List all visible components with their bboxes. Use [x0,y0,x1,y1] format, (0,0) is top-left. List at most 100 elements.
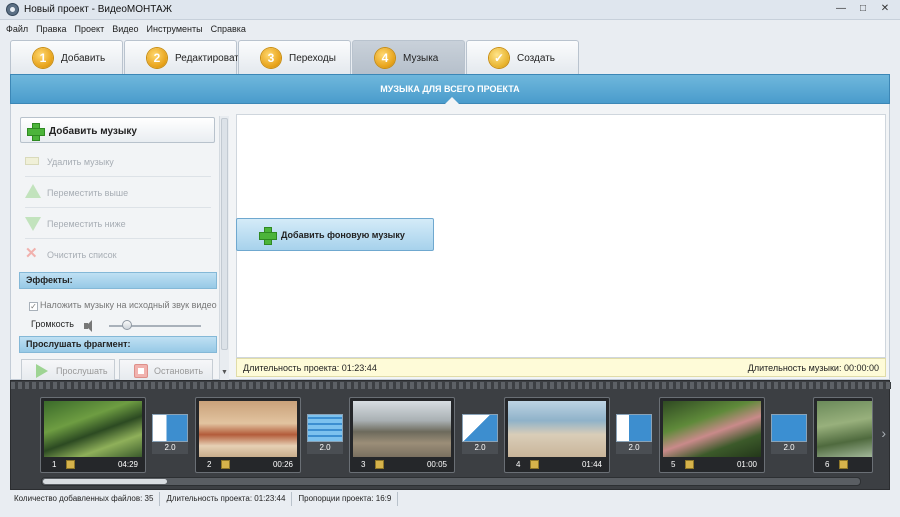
tab-create[interactable]: ✓ Создать [466,40,579,74]
step-tabs: 1 Добавить 2 Редактировать 3 Переходы 4 … [10,40,580,74]
clip-index: 4 [516,460,521,469]
clip-duration: 01:00 [736,460,757,469]
clip-index: 2 [207,460,212,469]
maximize-button[interactable]: □ [856,2,870,16]
clip-duration: 00:05 [426,460,447,469]
step-number-icon: 2 [147,48,167,68]
menu-bar: Файл Правка Проект Видео Инструменты Спр… [0,21,900,37]
clip-thumbnail[interactable]: 1 04:29 [40,397,146,473]
filmstrip-scrollbar[interactable] [41,477,861,486]
volume-label: Громкость [31,319,74,329]
menu-video[interactable]: Видео [112,21,138,37]
remove-music-button[interactable]: Удалить музыку [25,152,215,172]
status-file-count: Количество добавленных файлов: 35 [8,492,161,506]
play-button[interactable]: Прослушать [21,359,115,380]
edit-pencil-icon[interactable] [685,460,694,469]
stop-button[interactable]: Остановить [119,359,213,380]
tab-transitions[interactable]: 3 Переходы [238,40,351,74]
move-down-label: Переместить ниже [47,219,126,229]
title-bar: Новый проект - ВидеоМОНТАЖ — □ ✕ [0,0,900,20]
clip-thumbnail[interactable]: 2 00:26 [195,397,301,473]
menu-edit[interactable]: Правка [36,21,66,37]
menu-help[interactable]: Справка [211,21,246,37]
status-aspect-ratio: Пропорции проекта: 16:9 [292,492,399,506]
clear-list-button[interactable]: ✕ Очистить список [25,245,215,265]
move-down-button[interactable]: Переместить ниже [25,214,215,234]
clip-info: 3 00:05 [353,459,451,471]
window-title: Новый проект - ВидеоМОНТАЖ [24,4,172,15]
transition-item[interactable]: 2.0 [771,414,807,456]
close-button[interactable]: ✕ [878,2,892,16]
remove-music-label: Удалить музыку [47,157,114,167]
overlay-music-checkbox[interactable]: ✓ Наложить музыку на исходный звук видео [29,300,217,311]
edit-pencil-icon[interactable] [530,460,539,469]
tab-music[interactable]: 4 Музыка [352,40,465,74]
stop-icon [134,364,148,378]
clip-index: 5 [671,460,676,469]
tab-label: Добавить [61,53,106,64]
status-bar: Количество добавленных файлов: 35 Длител… [8,492,892,506]
play-label: Прослушать [56,366,108,376]
checkmark-icon: ✓ [489,48,509,68]
music-controls-panel: Добавить музыку Удалить музыку Перемести… [19,114,219,380]
edit-pencil-icon[interactable] [375,460,384,469]
tab-add[interactable]: 1 Добавить [10,40,123,74]
header-pointer [445,97,459,104]
preview-title: Прослушать фрагмент: [26,339,131,349]
transition-preview-icon [307,414,343,442]
clip-thumbnail[interactable]: 4 01:44 [504,397,610,473]
play-icon [36,364,48,378]
arrow-down-icon [25,217,41,231]
clip-duration: 04:29 [117,460,138,469]
chevron-right-icon[interactable]: › [881,425,886,441]
transition-preview-icon [462,414,498,442]
scrollbar-thumb[interactable] [43,479,167,484]
transition-item[interactable]: 2.0 [307,414,343,456]
speaker-icon [84,320,96,332]
step-number-icon: 1 [33,48,53,68]
menu-file[interactable]: Файл [6,21,28,37]
overlay-music-label: Наложить музыку на исходный звук видео [40,300,217,310]
clip-image [508,401,606,457]
divider [25,176,211,177]
divider [25,238,211,239]
minimize-button[interactable]: — [834,2,848,16]
clip-thumbnail[interactable]: 5 01:00 [659,397,765,473]
clear-x-icon: ✕ [25,245,38,262]
move-up-button[interactable]: Переместить выше [25,183,215,203]
clip-image [353,401,451,457]
arrow-up-icon [25,184,41,198]
edit-pencil-icon[interactable] [66,460,75,469]
clip-thumbnail[interactable]: 6 [813,397,873,473]
edit-pencil-icon[interactable] [221,460,230,469]
clip-duration: 00:26 [272,460,293,469]
add-background-music-label: Добавить фоновую музыку [281,230,405,240]
transition-duration: 2.0 [307,442,343,454]
film-perforation [11,382,891,389]
clip-thumbnail[interactable]: 3 00:05 [349,397,455,473]
step-number-icon: 4 [375,48,395,68]
scrollbar-thumb[interactable] [221,118,228,350]
edit-pencil-icon[interactable] [839,460,848,469]
clear-list-label: Очистить список [47,250,117,260]
menu-project[interactable]: Проект [75,21,105,37]
add-music-button[interactable]: Добавить музыку [20,117,215,143]
volume-slider-thumb[interactable] [122,320,133,330]
add-music-label: Добавить музыку [49,126,137,137]
clip-index: 1 [52,460,57,469]
clip-image [44,401,142,457]
clip-info: 1 04:29 [44,459,142,471]
stop-label: Остановить [154,366,204,376]
transition-item[interactable]: 2.0 [616,414,652,456]
transition-item[interactable]: 2.0 [152,414,188,456]
transition-item[interactable]: 2.0 [462,414,498,456]
tab-edit[interactable]: 2 Редактировать [124,40,244,74]
menu-tools[interactable]: Инструменты [147,21,203,37]
left-panel-scrollbar[interactable]: ▼ [219,116,229,380]
clip-info: 5 01:00 [663,459,761,471]
transition-preview-icon [616,414,652,442]
checkbox-icon[interactable]: ✓ [29,302,38,311]
transition-duration: 2.0 [616,442,652,454]
scroll-down-icon[interactable]: ▼ [221,369,228,376]
add-background-music-button[interactable]: Добавить фоновую музыку [236,218,434,251]
